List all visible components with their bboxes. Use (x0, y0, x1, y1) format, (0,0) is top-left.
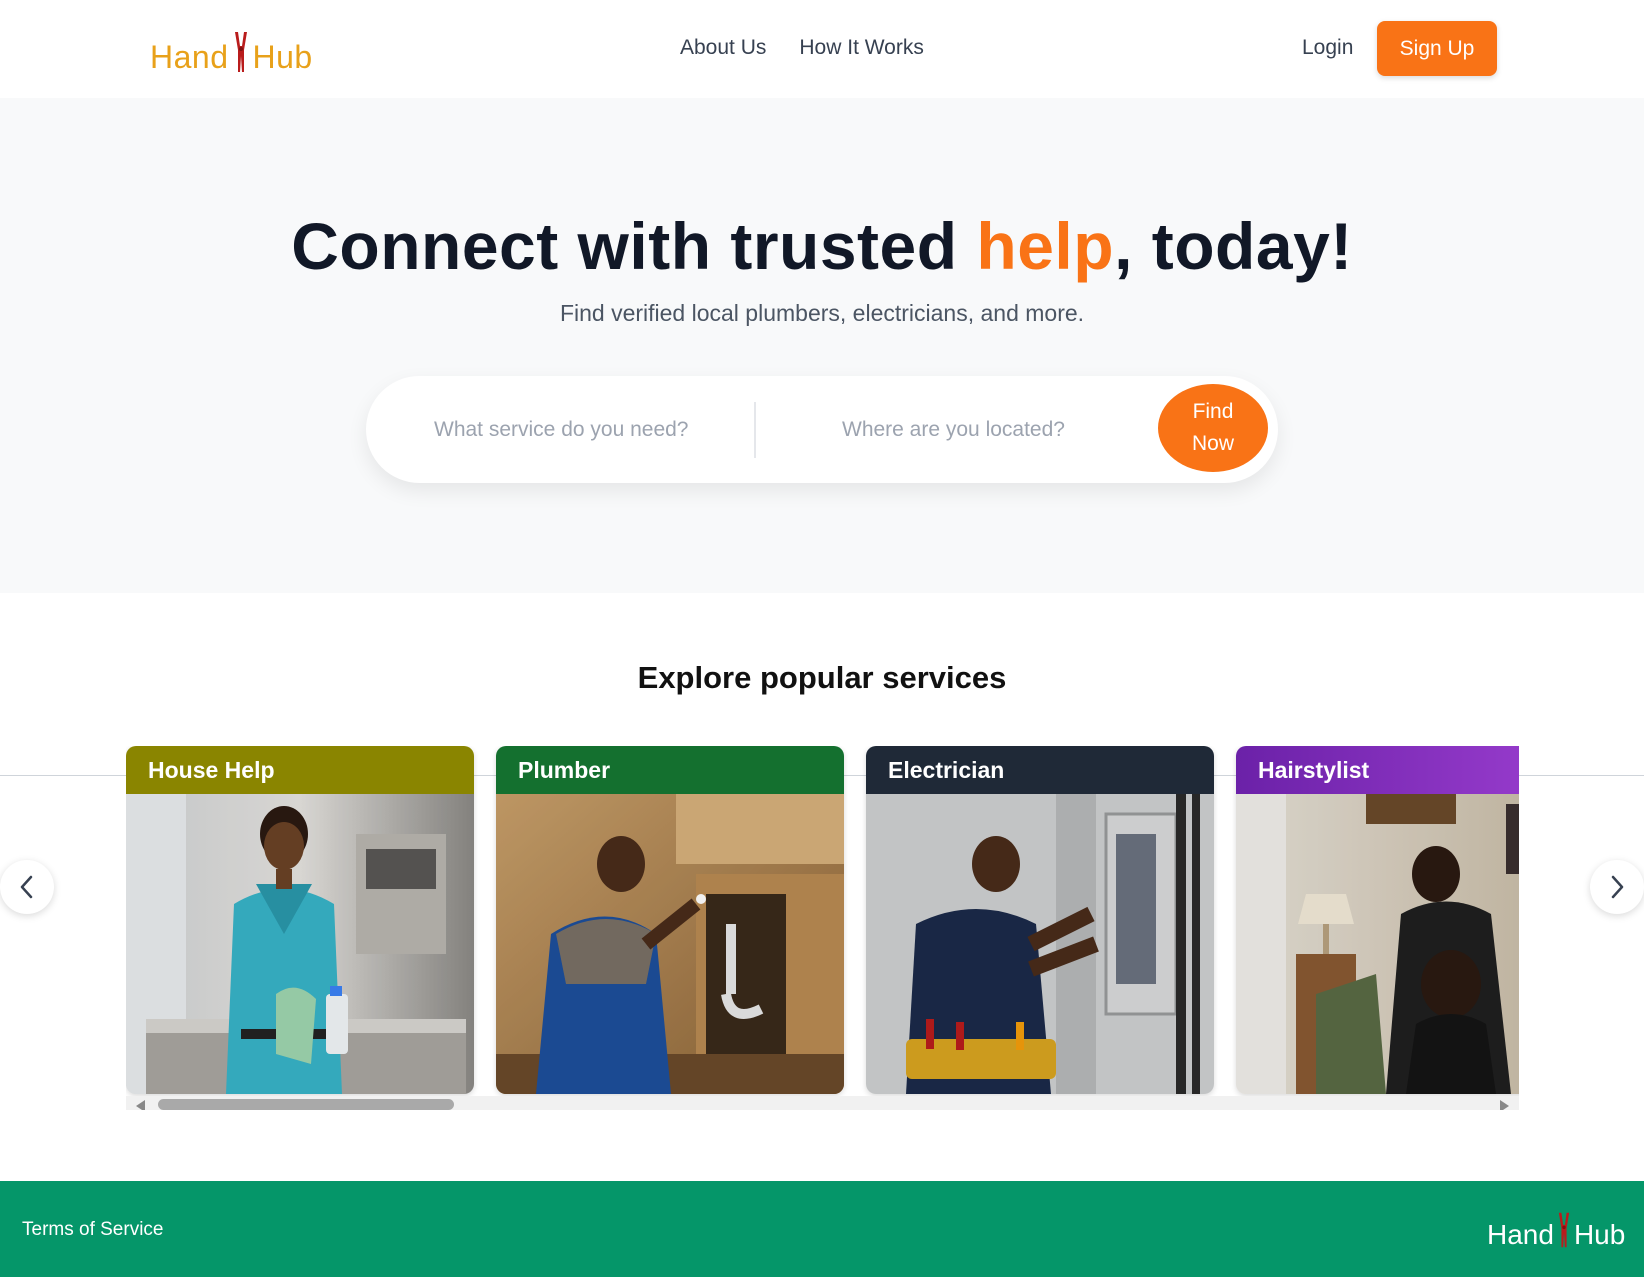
nav-how-it-works[interactable]: How It Works (799, 36, 923, 60)
card-label-plumber: Plumber (496, 746, 844, 794)
plumber-photo (496, 794, 844, 1094)
hero-title-start: Connect with trusted (291, 209, 977, 283)
footer-logo-left: Hand (1487, 1219, 1554, 1250)
services-title: Explore popular services (637, 660, 1007, 695)
services-carousel: House Help Plumber Electrician Hairstyli… (126, 746, 1519, 1110)
site-footer: Terms of Service Hand Hub (0, 1181, 1644, 1277)
search-divider (754, 402, 756, 458)
login-link[interactable]: Login (1302, 36, 1353, 60)
service-card-plumber[interactable]: Plumber (496, 746, 844, 1094)
location-search-input[interactable] (842, 412, 1142, 448)
pliers-icon (231, 30, 251, 74)
service-card-electrician[interactable]: Electrician (866, 746, 1214, 1094)
service-card-house-help[interactable]: House Help (126, 746, 474, 1094)
hero-section: Connect with trusted help, today! Find v… (0, 98, 1644, 593)
hairstylist-photo (1236, 794, 1519, 1094)
chevron-left-icon (20, 875, 33, 899)
brand-name-left: Hand (150, 39, 229, 75)
terms-of-service-link[interactable]: Terms of Service (22, 1219, 163, 1241)
electrician-photo (866, 794, 1214, 1094)
footer-logo[interactable]: Hand Hub (1487, 1211, 1626, 1251)
house-help-photo (126, 794, 474, 1094)
hero-title-accent: help (976, 209, 1115, 283)
brand-name-right: Hub (252, 39, 313, 75)
scroll-right-arrow-icon[interactable] (1500, 1100, 1509, 1110)
signup-button[interactable]: Sign Up (1377, 21, 1497, 76)
hero-title: Connect with trusted help, today! (0, 208, 1644, 284)
chevron-right-icon (1611, 875, 1624, 899)
search-bar: Find Now (366, 376, 1278, 483)
hero-subtitle: Find verified local plumbers, electricia… (559, 300, 1085, 326)
card-label-electrician: Electrician (866, 746, 1214, 794)
main-nav: About Us How It Works (680, 36, 924, 60)
carousel-next-button[interactable] (1590, 860, 1644, 914)
find-now-button[interactable]: Find Now (1158, 384, 1268, 472)
nav-about-us[interactable]: About Us (680, 36, 766, 60)
footer-logo-right: Hub (1573, 1219, 1626, 1250)
site-header: Hand Hub About Us How It Works Login Sig… (0, 0, 1644, 98)
carousel-prev-button[interactable] (0, 860, 54, 914)
service-card-hairstylist[interactable]: Hairstylist (1236, 746, 1519, 1094)
card-label-house-help: House Help (126, 746, 474, 794)
brand-logo[interactable]: Hand Hub (150, 26, 313, 76)
pliers-icon (1555, 1211, 1573, 1249)
card-label-hairstylist: Hairstylist (1236, 746, 1519, 794)
carousel-scrollbar[interactable] (126, 1096, 1519, 1110)
hero-title-end: , today! (1114, 209, 1353, 283)
service-search-input[interactable] (434, 412, 734, 448)
scrollbar-thumb[interactable] (158, 1099, 454, 1110)
scroll-left-arrow-icon[interactable] (136, 1100, 145, 1110)
